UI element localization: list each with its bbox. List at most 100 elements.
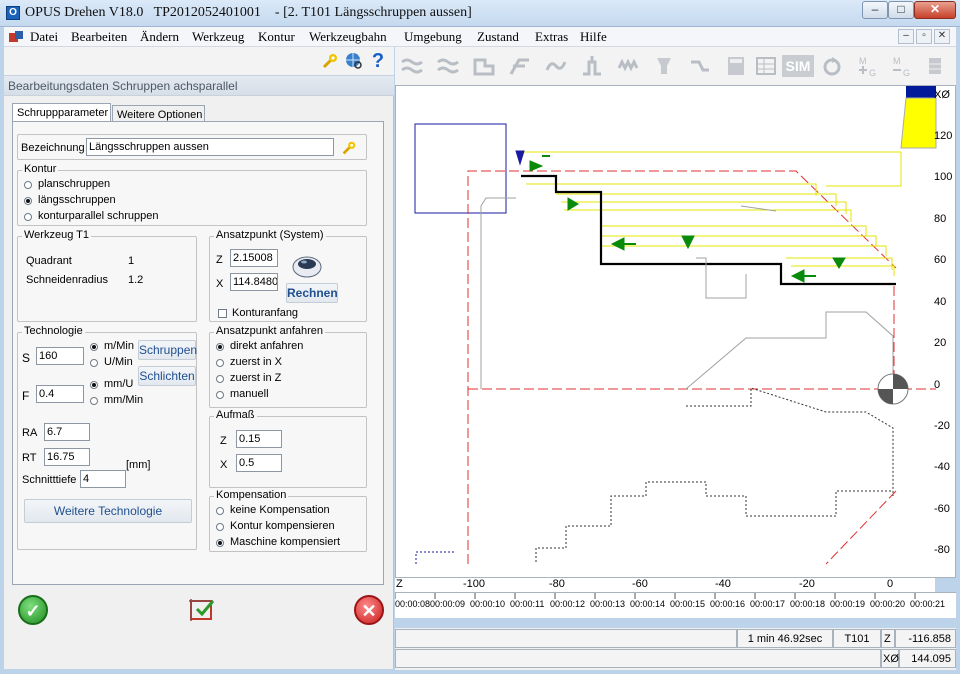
globe-search-icon[interactable] xyxy=(344,51,364,71)
radio-m-min[interactable] xyxy=(90,343,98,351)
x-tick-neg60: -60 xyxy=(934,503,950,515)
menu-werkzeug[interactable]: Werkzeug xyxy=(192,29,244,45)
f-input[interactable]: 0.4 xyxy=(36,385,84,403)
sim-button[interactable]: SIM xyxy=(782,55,814,77)
kontur-group: Kontur planschruppen längsschruppen kont… xyxy=(17,163,367,226)
contour-tool-icon[interactable] xyxy=(473,54,495,78)
maximize-button[interactable]: □ xyxy=(888,1,914,19)
radio-manuell[interactable] xyxy=(216,391,224,399)
radio-mm-u[interactable] xyxy=(90,381,98,389)
rt-label: RT xyxy=(22,452,37,464)
x-tick-80: 80 xyxy=(934,213,947,225)
chamfer-tool-icon[interactable] xyxy=(509,54,531,78)
konturanfang-checkbox[interactable] xyxy=(218,309,227,318)
wrench-icon[interactable] xyxy=(340,139,358,157)
m-g-code-icon[interactable]: MG xyxy=(857,54,879,78)
kontur-title: Kontur xyxy=(22,163,59,175)
schruppen-button[interactable]: Schruppen xyxy=(138,340,197,360)
menu-bar: Datei Bearbeiten Ändern Werkzeug Kontur … xyxy=(4,27,956,47)
ok-button[interactable]: ✓ xyxy=(18,595,48,625)
radio-direkt-anfahren[interactable] xyxy=(216,343,224,351)
time-tick: 00:00:17 xyxy=(750,599,786,609)
ansatz-z-input[interactable]: 2.15008 xyxy=(230,249,278,267)
tool-holder-icon[interactable] xyxy=(653,54,675,78)
weitere-technologie-button[interactable]: Weitere Technologie xyxy=(24,499,192,523)
path-tool-icon[interactable] xyxy=(437,54,459,78)
radio-laengsschruppen[interactable] xyxy=(24,197,32,205)
minimize-button[interactable]: – xyxy=(862,1,888,19)
mdi-restore-button[interactable]: ▫ xyxy=(916,29,932,44)
simulation-canvas[interactable]: XØ 120 100 80 60 40 20 0 -20 -40 -60 -80 xyxy=(395,85,956,578)
maschine-kompensiert-label: Maschine kompensiert xyxy=(230,536,341,548)
menu-hilfe[interactable]: Hilfe xyxy=(580,29,607,45)
status-time: 1 min 46.92sec xyxy=(737,629,833,648)
ra-label: RA xyxy=(22,427,38,439)
aufmass-x-input[interactable]: 0.5 xyxy=(236,454,282,472)
radio-zuerst-z[interactable] xyxy=(216,375,224,383)
menu-umgebung[interactable]: Umgebung xyxy=(404,29,462,45)
close-button[interactable]: ✕ xyxy=(914,1,956,19)
bezeichnung-input[interactable]: Längsschruppen aussen xyxy=(86,138,334,156)
groove-tool-icon[interactable] xyxy=(581,54,603,78)
panel-header: Bearbeitungsdaten Schruppen achsparallel xyxy=(4,75,394,96)
s-label: S xyxy=(22,351,31,365)
menu-kontur[interactable]: Kontur xyxy=(258,29,295,45)
radio-kontur-kompensieren[interactable] xyxy=(216,523,224,531)
z-tick-neg80: -80 xyxy=(549,578,565,590)
menu-bearbeiten[interactable]: Bearbeiten xyxy=(71,29,127,45)
storage-icon[interactable] xyxy=(925,54,947,78)
measure-check-icon[interactable] xyxy=(187,595,219,623)
mouse-icon[interactable] xyxy=(290,253,324,279)
ra-input[interactable]: 6.7 xyxy=(44,423,90,441)
table-icon[interactable] xyxy=(755,54,777,78)
mdi-minimize-button[interactable]: – xyxy=(898,29,914,44)
wrench-icon[interactable] xyxy=(320,51,340,71)
retract-tool-icon[interactable] xyxy=(689,54,711,78)
m-g-code-icon[interactable]: MG xyxy=(891,54,913,78)
menu-aendern[interactable]: Ändern xyxy=(140,29,179,45)
aufmass-z-input[interactable]: 0.15 xyxy=(236,430,282,448)
help-icon[interactable]: ? xyxy=(368,51,388,71)
wave-tool-icon[interactable] xyxy=(545,54,567,78)
time-axis[interactable]: 00:00:08 00:00:09 00:00:10 00:00:11 00:0… xyxy=(395,592,956,618)
schlichten-button[interactable]: Schlichten xyxy=(138,366,196,386)
rt-input[interactable]: 16.75 xyxy=(44,448,90,466)
menu-werkzeugbahn[interactable]: Werkzeugbahn xyxy=(309,29,387,45)
status-tool: T101 xyxy=(833,629,881,648)
radio-maschine-kompensiert[interactable] xyxy=(216,539,224,547)
schnitttiefe-input[interactable]: 4 xyxy=(80,470,126,488)
calculator-icon[interactable] xyxy=(725,54,747,78)
cancel-button[interactable]: ✕ xyxy=(354,595,384,625)
time-tick: 00:00:08 xyxy=(395,599,431,609)
f-label: F xyxy=(22,389,30,403)
time-tick: 00:00:15 xyxy=(670,599,706,609)
werkzeug-group: Werkzeug T1 Quadrant 1 Schneidenradius 1… xyxy=(17,229,197,322)
thread-tool-icon[interactable] xyxy=(617,54,639,78)
status-message xyxy=(395,629,737,648)
radio-zuerst-x[interactable] xyxy=(216,359,224,367)
path-tool-icon[interactable] xyxy=(401,54,423,78)
technologie-title: Technologie xyxy=(22,325,85,337)
status-x-value: 144.095 xyxy=(899,649,956,668)
blank-contour-lower xyxy=(825,286,897,565)
radio-konturparallel[interactable] xyxy=(24,213,32,221)
mdi-close-button[interactable]: ✕ xyxy=(934,29,950,44)
menu-extras[interactable]: Extras xyxy=(535,29,568,45)
menu-zustand[interactable]: Zustand xyxy=(477,29,519,45)
radio-mm-min[interactable] xyxy=(90,397,98,405)
ansatz-x-input[interactable]: 114.8480 xyxy=(230,273,278,291)
status-bar: 1 min 46.92sec T101 Z -116.858 XØ 144.09… xyxy=(395,628,956,670)
x-tick-40: 40 xyxy=(934,296,947,308)
rechnen-button[interactable]: Rechnen xyxy=(286,283,338,303)
radio-u-min[interactable] xyxy=(90,359,98,367)
radio-planschruppen[interactable] xyxy=(24,181,32,189)
menu-datei[interactable]: Datei xyxy=(30,29,58,45)
kompensation-title: Kompensation xyxy=(214,489,289,501)
z-tick-neg60: -60 xyxy=(632,578,648,590)
quadrant-label: Quadrant xyxy=(26,255,72,267)
laengsschruppen-label: längsschruppen xyxy=(38,194,116,206)
rotate-view-icon[interactable] xyxy=(821,54,843,78)
radio-keine-kompensation[interactable] xyxy=(216,507,224,515)
x-tick-100: 100 xyxy=(934,171,953,183)
s-input[interactable]: 160 xyxy=(36,347,84,365)
